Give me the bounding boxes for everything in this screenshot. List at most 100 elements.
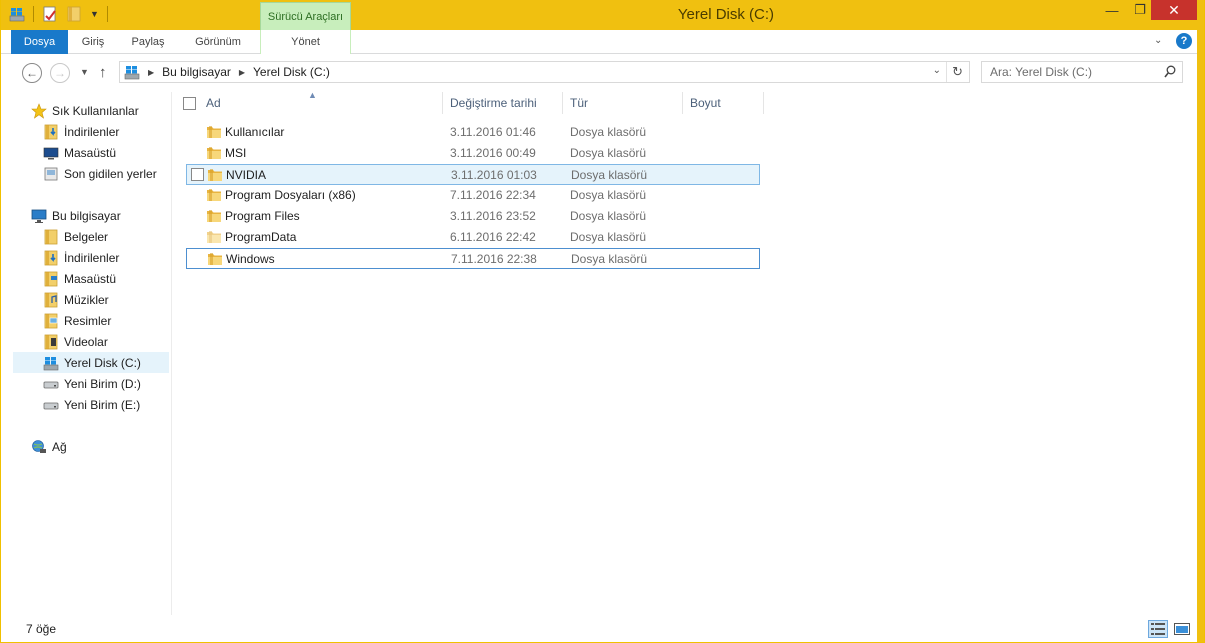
quick-access-toolbar: ▼ [9, 6, 108, 22]
address-divider [946, 62, 947, 82]
title-bar[interactable]: ▼ Sürücü Araçları Yerel Disk (C:) — ❐ ✕ [1, 0, 1197, 30]
ribbon-tabs: Dosya Giriş Paylaş Görünüm Yönet ⌄ ? [1, 30, 1197, 54]
row-checkbox[interactable] [191, 168, 204, 181]
file-date: 3.11.2016 01:03 [451, 168, 537, 182]
tab-view[interactable]: Görünüm [178, 30, 258, 54]
table-row[interactable]: Program Files 3.11.2016 23:52 Dosya klas… [186, 206, 760, 227]
tab-manage[interactable]: Yönet [260, 30, 351, 54]
close-button[interactable]: ✕ [1151, 0, 1197, 20]
table-row[interactable]: Kullanıcılar 3.11.2016 01:46 Dosya klasö… [186, 122, 760, 143]
nav-label: Resimler [64, 313, 112, 328]
table-row[interactable]: ProgramData 6.11.2016 22:42 Dosya klasör… [186, 227, 760, 248]
qat-dropdown-icon[interactable]: ▼ [90, 9, 99, 19]
tab-home[interactable]: Giriş [68, 30, 118, 54]
help-icon[interactable]: ? [1176, 33, 1192, 49]
details-view-icon [1151, 623, 1165, 635]
disk-icon[interactable] [9, 6, 25, 22]
folder-icon [206, 146, 222, 160]
network-icon [32, 439, 46, 453]
folder-icon [206, 125, 222, 139]
file-name: Program Files [225, 209, 300, 223]
table-row-focused[interactable]: Windows 7.11.2016 22:38 Dosya klasörü [186, 248, 760, 269]
column-header-type[interactable]: Tür [570, 90, 680, 116]
explorer-window: ▼ Sürücü Araçları Yerel Disk (C:) — ❐ ✕ … [0, 0, 1205, 643]
breadcrumb-local-disk[interactable]: Yerel Disk (C:) [253, 65, 330, 79]
file-type: Dosya klasörü [570, 188, 647, 202]
file-date: 7.11.2016 22:34 [450, 188, 536, 202]
file-type: Dosya klasörü [570, 146, 647, 160]
column-separator[interactable] [562, 92, 563, 114]
folder-icon [206, 188, 222, 202]
file-name: Windows [226, 252, 275, 266]
nav-this-pc[interactable]: Bu bilgisayar [31, 205, 187, 226]
nav-label: Bu bilgisayar [52, 208, 121, 223]
pane-divider[interactable] [171, 92, 172, 615]
recent-places-icon [44, 167, 58, 180]
file-type: Dosya klasörü [570, 230, 647, 244]
search-placeholder: Ara: Yerel Disk (C:) [990, 65, 1093, 79]
nav-label: Sık Kullanılanlar [52, 103, 139, 118]
minimize-button[interactable]: — [1095, 0, 1129, 20]
refresh-icon[interactable]: ↻ [952, 64, 963, 80]
maximize-button[interactable]: ❐ [1129, 0, 1151, 20]
table-row-hovered[interactable]: NVIDIA 3.11.2016 01:03 Dosya klasörü [186, 164, 760, 185]
table-row[interactable]: Program Dosyaları (x86) 7.11.2016 22:34 … [186, 185, 760, 206]
folder-icon [207, 252, 223, 266]
nav-label: Masaüstü [64, 145, 117, 160]
tab-share[interactable]: Paylaş [118, 30, 178, 54]
column-label: Değiştirme tarihi [450, 96, 537, 110]
nav-label: Yeni Birim (E:) [64, 397, 141, 412]
back-button[interactable]: ← [22, 63, 42, 83]
folder-icon [207, 168, 223, 182]
select-all-checkbox[interactable] [183, 97, 196, 110]
column-separator[interactable] [763, 92, 764, 114]
column-header-date[interactable]: Değiştirme tarihi [450, 90, 560, 116]
star-icon [31, 102, 47, 119]
file-date: 3.11.2016 00:49 [450, 146, 536, 160]
disk-icon [124, 64, 140, 80]
search-input[interactable]: Ara: Yerel Disk (C:) [981, 61, 1183, 83]
window-title: Yerel Disk (C:) [677, 6, 775, 23]
recent-locations-icon[interactable]: ▼ [80, 67, 89, 77]
chevron-right-icon[interactable]: ▶ [239, 68, 245, 77]
file-name: NVIDIA [226, 168, 267, 182]
large-icons-view-button[interactable] [1172, 620, 1192, 638]
file-date: 3.11.2016 01:46 [450, 125, 536, 139]
nav-label: İndirilenler [64, 250, 120, 265]
music-folder-icon [43, 292, 59, 308]
address-dropdown-icon[interactable]: ⌄ [933, 65, 941, 76]
column-separator[interactable] [442, 92, 443, 114]
breadcrumb-this-pc[interactable]: Bu bilgisayar [162, 65, 231, 79]
computer-icon [31, 208, 47, 224]
search-icon[interactable] [1164, 65, 1176, 79]
tab-file[interactable]: Dosya [11, 30, 68, 54]
details-view-button[interactable] [1148, 620, 1168, 638]
chevron-right-icon[interactable]: ▶ [148, 68, 154, 77]
properties-icon[interactable] [42, 6, 58, 22]
nav-label: Ağ [52, 439, 67, 454]
local-disk-icon [43, 355, 59, 371]
nav-network[interactable]: Ağ [31, 436, 187, 457]
nav-label: Son gidilen yerler [64, 166, 157, 181]
nav-favorites[interactable]: Sık Kullanılanlar [31, 100, 187, 121]
table-row[interactable]: MSI 3.11.2016 00:49 Dosya klasörü [186, 143, 760, 164]
new-folder-icon[interactable] [66, 6, 82, 22]
file-date: 6.11.2016 22:42 [450, 230, 536, 244]
window-content: ▼ Sürücü Araçları Yerel Disk (C:) — ❐ ✕ … [1, 0, 1197, 642]
desktop-folder-icon [43, 271, 59, 287]
file-type: Dosya klasörü [570, 125, 647, 139]
folder-icon [206, 209, 222, 223]
nav-label: Belgeler [64, 229, 109, 244]
column-header-size[interactable]: Boyut [690, 90, 760, 116]
drive-icon [43, 376, 59, 392]
column-label: Tür [570, 96, 588, 110]
forward-button[interactable]: → [50, 63, 70, 83]
nav-item-local-disk-c[interactable]: Yerel Disk (C:) [13, 352, 169, 373]
file-type: Dosya klasörü [571, 252, 648, 266]
ribbon-expand-icon[interactable]: ⌄ [1154, 35, 1162, 46]
column-header-name[interactable]: Ad [206, 90, 441, 116]
address-bar[interactable]: ▶ Bu bilgisayar ▶ Yerel Disk (C:) ⌄ ↻ [119, 61, 970, 83]
file-type: Dosya klasörü [570, 209, 647, 223]
column-separator[interactable] [682, 92, 683, 114]
up-button[interactable]: ↑ [99, 64, 107, 81]
